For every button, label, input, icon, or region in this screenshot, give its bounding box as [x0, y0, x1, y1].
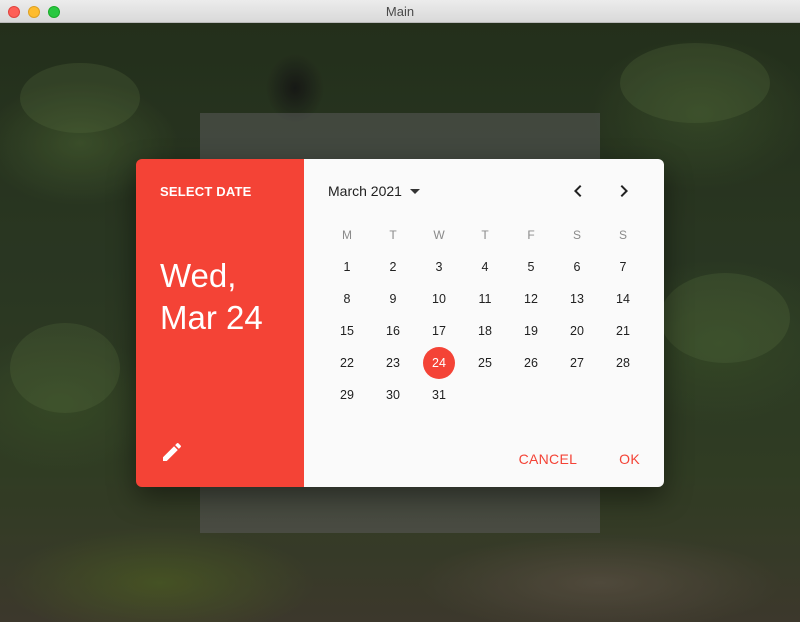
weekday-label: T — [389, 228, 397, 242]
selected-weekday: Wed, — [160, 257, 237, 294]
weekday-label: S — [572, 228, 581, 242]
day-number: 5 — [527, 260, 535, 274]
day-number: 1 — [343, 260, 351, 274]
date-picker-dialog: SELECT DATE Wed, Mar 24 March 2021 M T W T F… — [136, 159, 664, 487]
dialog-actions: CANCEL OK — [519, 451, 640, 467]
day-cell[interactable]: 8 — [324, 283, 370, 315]
chevron-left-icon[interactable] — [566, 179, 590, 203]
cancel-button[interactable]: CANCEL — [519, 451, 578, 467]
day-number: 30 — [386, 388, 400, 402]
day-cell[interactable]: 16 — [370, 315, 416, 347]
day-number: 22 — [340, 356, 354, 370]
selected-month-day: Mar 24 — [160, 299, 263, 336]
day-number: 23 — [386, 356, 400, 370]
window-title: Main — [385, 4, 415, 19]
day-cell[interactable]: 21 — [600, 315, 646, 347]
day-number: 20 — [570, 324, 584, 338]
day-cell[interactable]: 4 — [462, 251, 508, 283]
calendar-week-row: 22 23 24 25 26 27 28 — [324, 347, 646, 379]
day-number: 2 — [389, 260, 397, 274]
day-cell[interactable]: 30 — [370, 379, 416, 411]
day-number: 31 — [432, 388, 446, 402]
month-year-label: March 2021 — [328, 183, 402, 199]
day-cell[interactable]: 20 — [554, 315, 600, 347]
day-cell[interactable]: 29 — [324, 379, 370, 411]
day-cell[interactable]: 6 — [554, 251, 600, 283]
day-number: 24 — [432, 356, 446, 370]
day-cell[interactable]: 26 — [508, 347, 554, 379]
day-cell[interactable]: 25 — [462, 347, 508, 379]
caret-down-icon — [409, 188, 420, 194]
day-number: 12 — [524, 292, 538, 306]
day-number: 25 — [478, 356, 492, 370]
day-cell[interactable]: 22 — [324, 347, 370, 379]
day-cell[interactable]: 18 — [462, 315, 508, 347]
day-number: 13 — [570, 292, 584, 306]
day-cell[interactable]: 5 — [508, 251, 554, 283]
month-year-dropdown[interactable]: March 2021 — [328, 181, 420, 201]
day-number: 4 — [481, 260, 489, 274]
day-number: 10 — [432, 292, 446, 306]
weekday-label: F — [527, 228, 535, 242]
day-cell[interactable]: 13 — [554, 283, 600, 315]
day-number: 18 — [478, 324, 492, 338]
selected-date-display: Wed, Mar 24 — [160, 255, 263, 339]
day-cell[interactable]: 2 — [370, 251, 416, 283]
selected-day-cell[interactable]: 24 — [416, 347, 462, 379]
date-picker-header: SELECT DATE Wed, Mar 24 — [136, 159, 304, 487]
day-cell[interactable]: 19 — [508, 315, 554, 347]
calendar-grid: MTWTFSS 1 2 3 4 5 6 7 8 9 10 11 12 13 14 15 16 17 18 19 20 2… — [324, 219, 646, 411]
weekday-label: M — [342, 228, 352, 242]
day-cell[interactable]: 23 — [370, 347, 416, 379]
ok-button[interactable]: OK — [619, 451, 640, 467]
day-number: 9 — [389, 292, 397, 306]
pencil-icon[interactable] — [160, 440, 184, 464]
day-number: 16 — [386, 324, 400, 338]
day-number: 14 — [616, 292, 630, 306]
header-label: SELECT DATE — [160, 184, 252, 199]
calendar-week-row: 15 16 17 18 19 20 21 — [324, 315, 646, 347]
day-number: 6 — [573, 260, 581, 274]
calendar-panel: March 2021 MTWTFSS 1 2 3 4 5 6 7 8 9 10 11 12 13 14 15… — [304, 159, 664, 487]
day-number: 28 — [616, 356, 630, 370]
day-cell[interactable]: 15 — [324, 315, 370, 347]
day-cell[interactable]: 12 — [508, 283, 554, 315]
weekday-label: T — [481, 228, 489, 242]
weekday-label: S — [618, 228, 627, 242]
day-number: 15 — [340, 324, 354, 338]
day-number: 7 — [619, 260, 627, 274]
window-titlebar: Main — [0, 0, 800, 23]
calendar-week-row: 8 9 10 11 12 13 14 — [324, 283, 646, 315]
day-cell[interactable]: 27 — [554, 347, 600, 379]
day-cell[interactable]: 3 — [416, 251, 462, 283]
day-cell[interactable]: 10 — [416, 283, 462, 315]
day-number: 3 — [435, 260, 443, 274]
day-number: 29 — [340, 388, 354, 402]
weekday-label: W — [433, 228, 445, 242]
day-number: 17 — [432, 324, 446, 338]
calendar-week-row: 29 30 31 — [324, 379, 646, 411]
day-cell[interactable]: 7 — [600, 251, 646, 283]
day-cell[interactable]: 31 — [416, 379, 462, 411]
day-number: 27 — [570, 356, 584, 370]
day-number: 8 — [343, 292, 351, 306]
day-number: 26 — [524, 356, 538, 370]
day-number: 11 — [478, 292, 492, 306]
calendar-week-row: 1 2 3 4 5 6 7 — [324, 251, 646, 283]
chevron-right-icon[interactable] — [612, 179, 636, 203]
day-cell[interactable]: 11 — [462, 283, 508, 315]
day-number: 21 — [616, 324, 630, 338]
day-cell[interactable]: 28 — [600, 347, 646, 379]
day-cell[interactable]: 9 — [370, 283, 416, 315]
day-cell[interactable]: 14 — [600, 283, 646, 315]
day-number: 19 — [524, 324, 538, 338]
day-cell[interactable]: 17 — [416, 315, 462, 347]
weekday-header-row: MTWTFSS — [324, 219, 646, 251]
day-cell[interactable]: 1 — [324, 251, 370, 283]
